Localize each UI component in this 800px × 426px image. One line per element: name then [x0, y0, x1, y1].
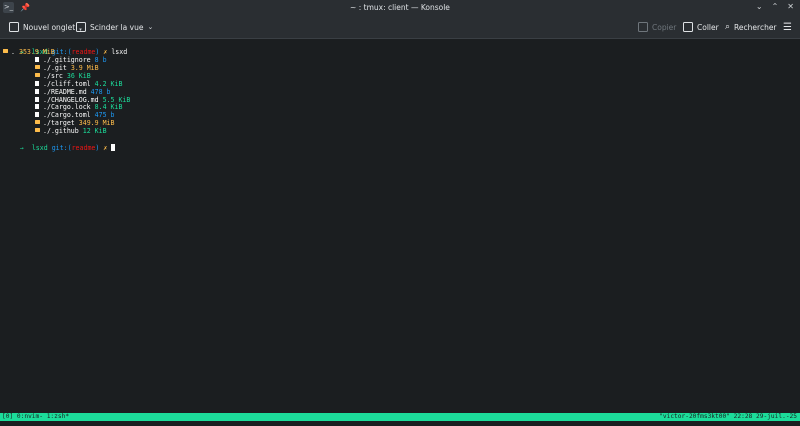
- file-icon: [35, 96, 39, 102]
- entry-name: ./.github: [43, 127, 79, 136]
- maximize-icon[interactable]: ⌃: [772, 2, 779, 11]
- terminal-area[interactable]: → lsxd git:(readme) ✗ lsxd . 353.9 MiB .…: [0, 39, 800, 415]
- tmux-host-time: "victor-20fms3kt00" 22:28 29-juil.-25: [659, 413, 797, 420]
- tmux-status-bar: [0] 0:nvim- 1:zsh* "victor-20fms3kt00" 2…: [0, 413, 800, 421]
- tmux-windows: [0] 0:nvim- 1:zsh*: [2, 413, 70, 420]
- file-icon: [35, 80, 39, 86]
- entry-name: ./.gitignore: [43, 56, 91, 64]
- entry-size: 8 b: [94, 56, 107, 64]
- new-tab-button[interactable]: Nouvel onglet ▾: [9, 20, 82, 34]
- file-icon: [35, 104, 39, 110]
- text-cursor: [111, 143, 116, 151]
- entry-size: 12 KiB: [82, 127, 107, 136]
- search-label: Rechercher: [734, 22, 777, 32]
- entry-name: ./cliff.toml: [43, 79, 91, 88]
- folder-icon: [35, 72, 40, 77]
- entry-size: 36 KiB: [66, 71, 91, 80]
- entry-size: 475 b: [94, 111, 115, 120]
- split-view-button[interactable]: Scinder la vue ⌄: [76, 20, 153, 34]
- entry-name: ./CHANGELOG.md: [43, 95, 99, 104]
- prompt-arrow: →: [19, 143, 24, 152]
- file-icon: [35, 57, 39, 62]
- folder-icon: [35, 64, 40, 69]
- folder-icon: [3, 49, 8, 53]
- copy-button[interactable]: Copier: [638, 20, 676, 34]
- entry-name: ./Cargo.lock: [43, 103, 91, 112]
- prompt-git-close: ): [95, 143, 100, 152]
- minimize-icon[interactable]: ⌄: [756, 2, 763, 11]
- paste-button[interactable]: Coller: [683, 20, 719, 34]
- copy-label: Copier: [652, 22, 677, 32]
- chevron-down-icon: ⌄: [147, 23, 154, 31]
- folder-icon: [35, 128, 40, 133]
- prompt-command: lsxd: [111, 47, 128, 56]
- split-view-label: Scinder la vue: [90, 22, 144, 32]
- folder-icon: [35, 120, 40, 125]
- prompt-dir: lsxd: [31, 143, 48, 152]
- hamburger-menu-icon: ☰: [783, 21, 792, 33]
- root-size: 353.9 MiB: [18, 48, 55, 56]
- entry-name: ./src: [43, 71, 63, 80]
- search-icon: ⌕: [725, 22, 731, 32]
- prompt-branch: readme: [71, 47, 96, 56]
- paste-icon: [683, 22, 693, 32]
- file-icon: [35, 112, 39, 118]
- new-tab-label: Nouvel onglet: [23, 22, 76, 32]
- search-button[interactable]: ⌕ Rechercher: [725, 20, 777, 34]
- copy-icon: [638, 22, 648, 32]
- file-icon: [35, 88, 39, 94]
- entry-size: 5.5 KiB: [102, 95, 131, 104]
- prompt-branch: readme: [71, 143, 96, 152]
- window-title: ~ : tmux: client — Konsole: [350, 3, 450, 12]
- prompt-git-close: ): [95, 47, 100, 56]
- root-name: .: [11, 48, 15, 56]
- split-view-icon: [76, 22, 86, 32]
- prompt-dirty: ✗: [103, 47, 108, 56]
- entry-name: ./README.md: [43, 87, 87, 96]
- prompt-line: → lsxd git:(readme) ✗: [4, 136, 116, 152]
- entry-name: ./target: [43, 119, 75, 128]
- toolbar: Nouvel onglet ▾ Scinder la vue ⌄ Copier …: [0, 16, 800, 39]
- close-icon[interactable]: ✕: [787, 2, 794, 11]
- paste-label: Coller: [697, 22, 719, 32]
- prompt-git: git:(: [51, 143, 72, 152]
- menu-button[interactable]: ☰: [783, 20, 792, 34]
- file-entry: ./.github 12 KiB: [35, 127, 107, 136]
- entry-size: 8.4 KiB: [94, 103, 123, 112]
- entry-name: ./.git: [43, 63, 67, 72]
- title-bar: >_ 📌 ~ : tmux: client — Konsole ⌄ ⌃ ✕: [0, 0, 800, 16]
- entry-size: 349.9 MiB: [78, 119, 115, 128]
- new-tab-icon: [9, 22, 19, 32]
- entry-size: 3.9 MiB: [70, 63, 99, 72]
- prompt-dirty: ✗: [103, 143, 108, 152]
- entry-size: 4.2 KiB: [94, 79, 123, 88]
- entry-size: 478 b: [90, 87, 111, 96]
- entry-name: ./Cargo.toml: [43, 111, 91, 120]
